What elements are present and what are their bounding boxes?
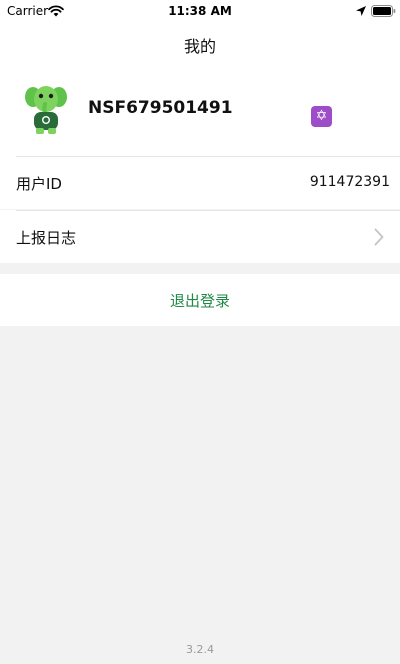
user-id-label: 用户ID [16,175,62,193]
user-id-value: 911472391 [309,174,390,190]
avatar [25,86,67,134]
page-title: 我的 [183,37,216,56]
status-bar: Carrier 11:38 AM [0,0,400,22]
location-arrow-icon [356,6,366,16]
nav-bar: 我的 [0,22,400,64]
row-divider [16,210,400,211]
logout-button[interactable]: 退出登录 [0,274,400,326]
user-id-row: 用户ID 911472391 [0,156,400,209]
battery-icon [371,5,396,17]
status-time: 11:38 AM [168,4,232,18]
profile-card: NSF679501491 ✡ [0,64,400,156]
chevron-right-icon [374,228,384,246]
app-version: 3.2.4 [186,643,214,656]
report-log-row[interactable]: 上报日志 [0,210,400,263]
logout-label: 退出登录 [169,292,230,310]
username: NSF679501491 [88,98,233,118]
star-of-david-icon: ✡ [311,106,332,127]
row-divider [16,156,400,157]
report-log-label: 上报日志 [16,229,77,247]
